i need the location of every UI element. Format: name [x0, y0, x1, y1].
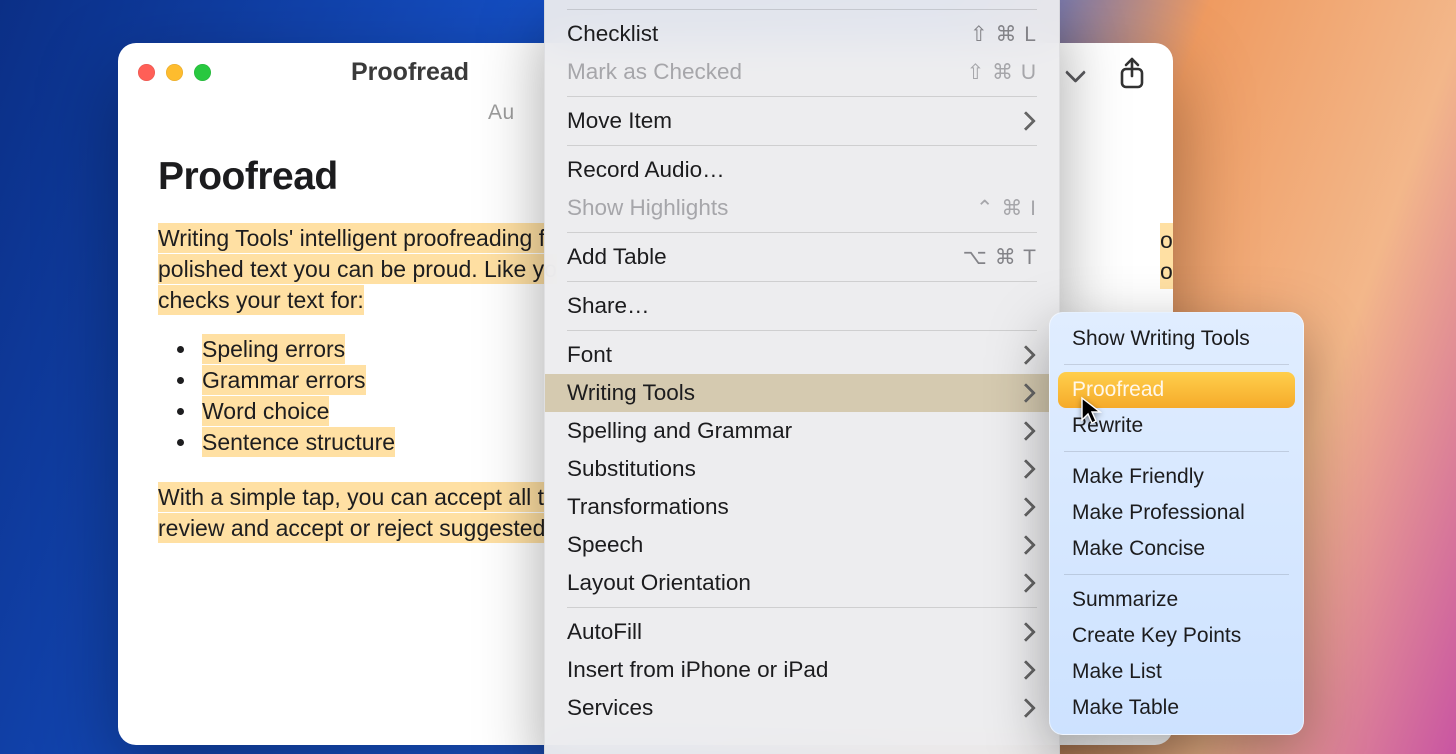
menu-add-table[interactable]: Add Table ⌥ ⌘ T — [545, 238, 1059, 276]
submenu-create-key-points[interactable]: Create Key Points — [1058, 618, 1295, 654]
submenu-arrow-icon — [1016, 345, 1036, 365]
menu-separator — [1064, 364, 1289, 365]
menu-item-label: Writing Tools — [567, 380, 1019, 406]
submenu-arrow-icon — [1016, 111, 1036, 131]
submenu-arrow-icon — [1016, 421, 1036, 441]
menu-item-label: Add Table — [567, 244, 963, 270]
menu-spelling-grammar[interactable]: Spelling and Grammar — [545, 412, 1059, 450]
writing-tools-submenu: Show Writing Tools Proofread Rewrite Mak… — [1049, 312, 1304, 735]
bullet-item: Sentence structure — [202, 427, 395, 457]
menu-item-label: Mark as Checked — [567, 59, 967, 85]
menu-font[interactable]: Font — [545, 336, 1059, 374]
highlighted-text: review and accept or reject suggested — [158, 513, 545, 543]
menu-item-label: Share… — [567, 293, 1037, 319]
menu-share[interactable]: Share… — [545, 287, 1059, 325]
highlighted-text: Writing Tools' intelligent proofreading … — [158, 223, 545, 253]
submenu-arrow-icon — [1016, 660, 1036, 680]
menu-separator — [567, 607, 1037, 608]
submenu-summarize[interactable]: Summarize — [1058, 582, 1295, 618]
menu-shortcut: ⌃ ⌘ I — [976, 196, 1037, 221]
menu-item-label: Insert from iPhone or iPad — [567, 657, 1019, 683]
highlighted-fragment: o — [1160, 223, 1173, 258]
submenu-arrow-icon — [1016, 383, 1036, 403]
minimize-window-button[interactable] — [166, 64, 183, 81]
menu-insert-from-device[interactable]: Insert from iPhone or iPad — [545, 651, 1059, 689]
menu-writing-tools[interactable]: Writing Tools — [545, 374, 1059, 412]
menu-autofill[interactable]: AutoFill — [545, 613, 1059, 651]
menu-item-label: Move Item — [567, 108, 1019, 134]
menu-separator — [1064, 451, 1289, 452]
submenu-make-friendly[interactable]: Make Friendly — [1058, 459, 1295, 495]
window-title: Proofread — [351, 58, 469, 87]
share-icon[interactable] — [1117, 57, 1147, 91]
menu-layout-orientation[interactable]: Layout Orientation — [545, 564, 1059, 602]
menu-shortcut: ⇧ ⌘ U — [967, 60, 1037, 85]
menu-move-item[interactable]: Move Item — [545, 102, 1059, 140]
menu-show-highlights: Show Highlights ⌃ ⌘ I — [545, 189, 1059, 227]
menu-speech[interactable]: Speech — [545, 526, 1059, 564]
submenu-make-list[interactable]: Make List — [1058, 654, 1295, 690]
submenu-arrow-icon — [1016, 535, 1036, 555]
menu-item-label: Layout Orientation — [567, 570, 1019, 596]
menu-separator — [567, 145, 1037, 146]
menu-separator — [567, 281, 1037, 282]
menu-separator — [567, 330, 1037, 331]
menu-separator — [567, 9, 1037, 10]
submenu-arrow-icon — [1016, 497, 1036, 517]
menu-services[interactable]: Services — [545, 689, 1059, 727]
menu-item-label: Speech — [567, 532, 1019, 558]
submenu-make-concise[interactable]: Make Concise — [1058, 531, 1295, 567]
menu-item-label: Substitutions — [567, 456, 1019, 482]
submenu-rewrite[interactable]: Rewrite — [1058, 408, 1295, 444]
menu-separator — [1064, 574, 1289, 575]
submenu-make-professional[interactable]: Make Professional — [1058, 495, 1295, 531]
menu-mark-as-checked: Mark as Checked ⇧ ⌘ U — [545, 53, 1059, 91]
submenu-proofread[interactable]: Proofread — [1058, 372, 1295, 408]
highlighted-text: checks your text for: — [158, 285, 364, 315]
toolbar-right — [1065, 57, 1147, 91]
bullet-item: Word choice — [202, 396, 329, 426]
menu-item-label: Spelling and Grammar — [567, 418, 1019, 444]
highlighted-text: With a simple tap, you can accept all t — [158, 482, 544, 512]
menu-item-label: Transformations — [567, 494, 1019, 520]
menu-transformations[interactable]: Transformations — [545, 488, 1059, 526]
bullet-item: Speling errors — [202, 334, 345, 364]
submenu-show-writing-tools[interactable]: Show Writing Tools — [1058, 321, 1295, 357]
menu-shortcut: ⇧ ⌘ L — [970, 22, 1037, 47]
bullet-item: Grammar errors — [202, 365, 366, 395]
menu-item-label: Services — [567, 695, 1019, 721]
menu-item-label: AutoFill — [567, 619, 1019, 645]
submenu-arrow-icon — [1016, 573, 1036, 593]
window-traffic-lights — [138, 64, 211, 81]
submenu-make-table[interactable]: Make Table — [1058, 690, 1295, 726]
menu-shortcut: ⌥ ⌘ T — [963, 245, 1037, 270]
submenu-arrow-icon — [1016, 698, 1036, 718]
menu-separator — [567, 232, 1037, 233]
menu-separator — [567, 96, 1037, 97]
submenu-arrow-icon — [1016, 459, 1036, 479]
fullscreen-window-button[interactable] — [194, 64, 211, 81]
menu-checklist[interactable]: Checklist ⇧ ⌘ L — [545, 15, 1059, 53]
close-window-button[interactable] — [138, 64, 155, 81]
highlighted-fragment: ol — [1160, 254, 1173, 289]
chevron-down-icon[interactable] — [1065, 67, 1087, 81]
menu-substitutions[interactable]: Substitutions — [545, 450, 1059, 488]
highlighted-text: polished text you can be proud. Like yo — [158, 254, 557, 284]
submenu-arrow-icon — [1016, 622, 1036, 642]
menu-record-audio[interactable]: Record Audio… — [545, 151, 1059, 189]
menu-item-label: Show Highlights — [567, 195, 976, 221]
menu-item-label: Checklist — [567, 21, 970, 47]
menu-item-label: Record Audio… — [567, 157, 1037, 183]
context-menu: Checklist ⇧ ⌘ L Mark as Checked ⇧ ⌘ U Mo… — [544, 0, 1060, 754]
menu-item-label: Font — [567, 342, 1019, 368]
